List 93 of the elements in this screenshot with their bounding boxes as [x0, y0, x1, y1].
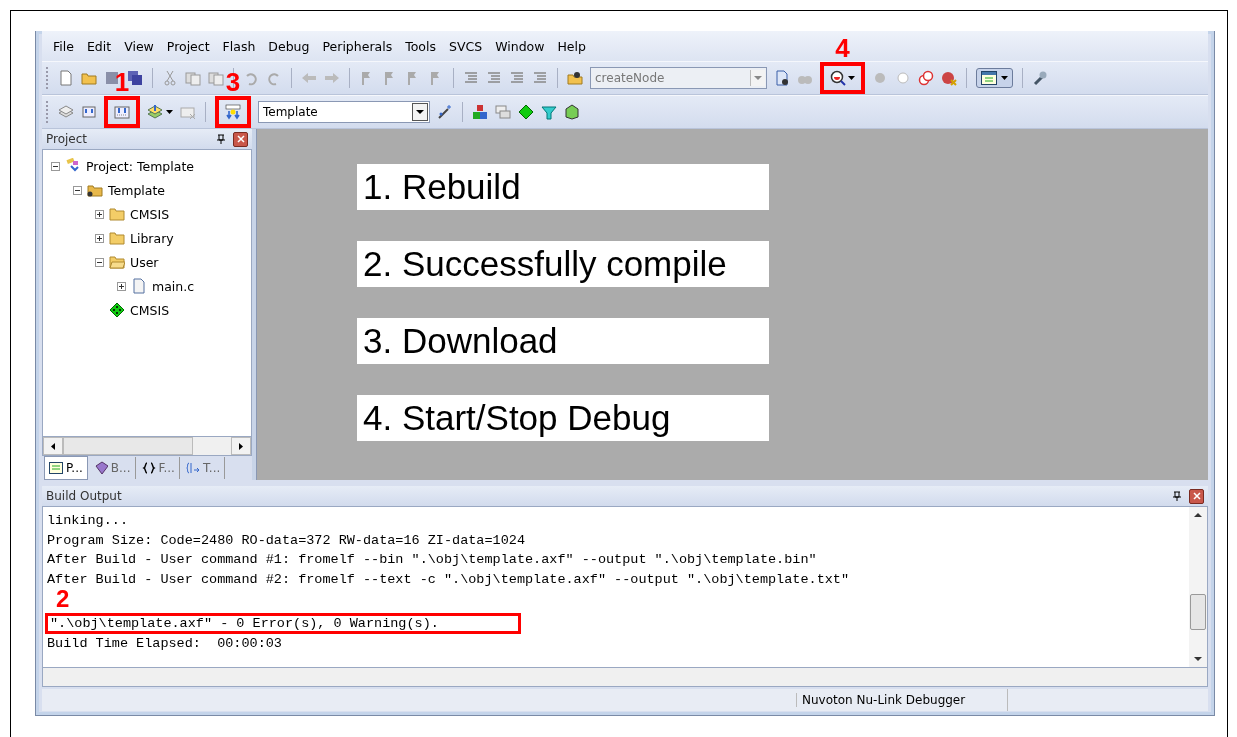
panel-tab[interactable]: B...	[89, 457, 136, 479]
panel-tab[interactable]: F...	[137, 457, 180, 479]
folder-icon	[109, 206, 125, 222]
close-icon[interactable]	[1192, 492, 1201, 500]
menu-item[interactable]: Help	[552, 38, 594, 54]
horizontal-scrollbar[interactable]	[42, 437, 252, 456]
tree-item[interactable]: main.c	[152, 278, 195, 294]
menu-item[interactable]: Peripherals	[317, 38, 401, 54]
callout-number: 1	[114, 68, 130, 96]
expand-toggle[interactable]	[95, 233, 104, 243]
windows-icon[interactable]	[495, 104, 511, 120]
project-icon	[65, 158, 81, 174]
scroll-up-icon[interactable]	[1194, 513, 1202, 517]
pin-icon[interactable]	[217, 134, 225, 144]
collapse-toggle[interactable]	[95, 257, 104, 267]
collapse-toggle[interactable]	[51, 161, 60, 171]
component-icon	[109, 302, 125, 318]
panel-title: Project	[46, 132, 89, 146]
pin-icon[interactable]	[1173, 491, 1181, 501]
output-line: Build Time Elapsed: 00:00:03	[47, 635, 283, 653]
breakpoints-icon[interactable]	[918, 70, 934, 86]
tree-item[interactable]: CMSIS	[130, 302, 170, 318]
menu-item[interactable]: File	[48, 38, 82, 54]
panel-tab[interactable]: P...	[44, 456, 88, 480]
output-line: After Build - User command #1: fromelf --bin ".\obj\template.axf" --output ".\obj\template.bin"	[47, 551, 818, 569]
rebuild-icon[interactable]	[114, 104, 130, 120]
close-button[interactable]	[233, 131, 248, 147]
window-layout-button[interactable]	[976, 68, 1013, 88]
target-combo[interactable]: Template	[258, 101, 430, 123]
dropdown-arrow-icon[interactable]	[416, 110, 424, 114]
step-label: 4. Start/Stop Debug	[357, 395, 769, 441]
file-icon	[131, 278, 147, 294]
callout-number: 3	[225, 68, 241, 96]
save-all-icon[interactable]	[127, 70, 143, 86]
wrench-icon[interactable]	[1032, 70, 1048, 86]
build-icon[interactable]	[81, 104, 97, 120]
tree-item[interactable]: Project: Template	[86, 158, 194, 174]
menu-item[interactable]: Flash	[217, 38, 264, 54]
step-label: 3. Download	[357, 318, 769, 364]
output-line: linking...	[47, 512, 129, 530]
scroll-down-icon[interactable]	[1194, 657, 1202, 661]
project-window-icon[interactable]	[49, 462, 63, 474]
expand-toggle[interactable]	[117, 281, 126, 291]
tree-item[interactable]: CMSIS	[130, 206, 170, 222]
close-icon[interactable]	[236, 135, 245, 143]
menu-item[interactable]: View	[119, 38, 162, 54]
horizontal-scrollbar[interactable]	[42, 668, 1208, 687]
blocks-icon[interactable]	[472, 104, 488, 120]
output-line: After Build - User command #2: fromelf --text -c ".\obj\template.axf" --output ".\obj\template.txt"	[47, 570, 851, 589]
braces-icon[interactable]	[141, 462, 156, 474]
step-label: 2. Successfully compile	[357, 241, 769, 287]
debug-icon[interactable]	[830, 70, 846, 86]
new-file-icon[interactable]	[58, 70, 74, 86]
diamond-icon[interactable]	[518, 104, 534, 120]
vertical-scrollbar[interactable]	[1189, 507, 1207, 667]
document-search-icon[interactable]	[774, 70, 790, 86]
menu-item[interactable]: Tools	[400, 38, 444, 54]
panel-title: Build Output	[46, 489, 123, 503]
tree-item[interactable]: User	[130, 254, 159, 270]
batch-build-icon[interactable]	[147, 104, 163, 120]
tree-item[interactable]: Template	[108, 182, 166, 198]
tree-item[interactable]: Library	[130, 230, 174, 246]
menu-item[interactable]: Debug	[263, 38, 318, 54]
funnel-icon[interactable]	[541, 104, 557, 120]
collapse-toggle[interactable]	[73, 185, 82, 195]
callout-number: 2	[56, 587, 70, 611]
dropdown-arrow-icon[interactable]	[166, 110, 173, 114]
menu-item[interactable]: SVCS	[444, 38, 491, 54]
scroll-left-icon[interactable]	[51, 442, 55, 450]
kill-breakpoints-icon[interactable]	[941, 70, 957, 86]
dropdown-arrow-icon[interactable]	[848, 76, 855, 80]
download-icon[interactable]	[225, 104, 241, 120]
open-folder-icon[interactable]	[81, 70, 97, 86]
dropdown-arrow-icon[interactable]	[1001, 76, 1008, 80]
close-button[interactable]	[1189, 488, 1204, 504]
step-label: 1. Rebuild	[357, 164, 769, 210]
callout-number: 4	[835, 34, 850, 62]
folder-icon	[109, 230, 125, 246]
menu-item[interactable]: Window	[490, 38, 553, 54]
open-folder-icon	[109, 254, 125, 270]
magic-wand-icon[interactable]	[437, 104, 453, 120]
menu-item[interactable]: Project	[161, 38, 218, 54]
panel-tab[interactable]: T...	[181, 457, 226, 479]
expand-toggle[interactable]	[95, 209, 104, 219]
status-text: Nuvoton Nu-Link Debugger	[796, 693, 1007, 707]
scroll-thumb[interactable]	[1190, 594, 1206, 630]
output-line: ".\obj\template.axf" - 0 Error(s), 0 Warning(s).	[50, 616, 440, 631]
output-line: Program Size: Code=2480 RO-data=372 RW-data=16 ZI-data=1024	[47, 531, 526, 550]
cube-icon[interactable]	[564, 104, 580, 120]
open-folder-icon	[87, 182, 103, 198]
scroll-right-icon[interactable]	[239, 442, 243, 450]
window-icon[interactable]	[981, 71, 997, 85]
menu-item[interactable]: Edit	[81, 38, 120, 54]
